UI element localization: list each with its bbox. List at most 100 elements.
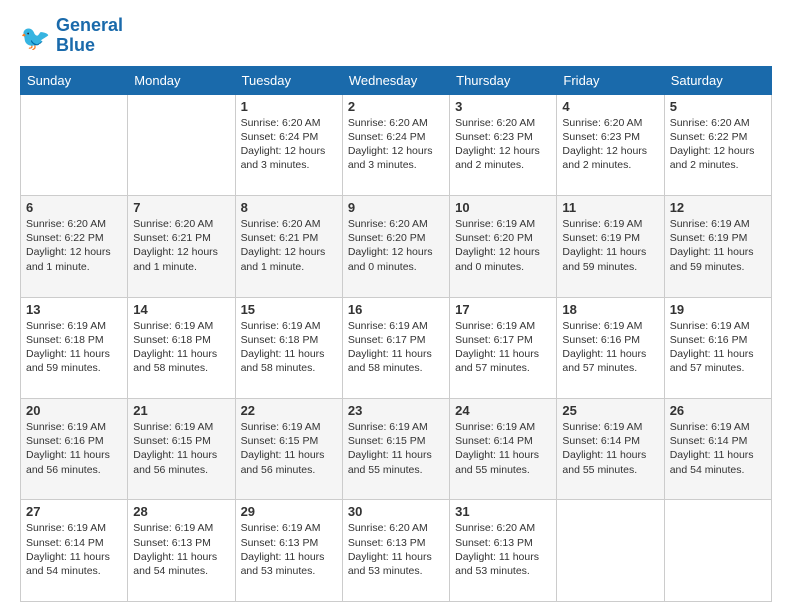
calendar-cell: 14 Sunrise: 6:19 AMSunset: 6:18 PMDayligh…	[128, 297, 235, 398]
svg-text:🐦: 🐦	[20, 25, 51, 50]
cell-content: Sunrise: 6:19 AMSunset: 6:15 PMDaylight:…	[133, 420, 229, 477]
calendar-cell: 4Sunrise: 6:20 AMSunset: 6:23 PMDaylight…	[557, 94, 664, 195]
cell-content: Sunrise: 6:19 AMSunset: 6:14 PMDaylight:…	[455, 420, 551, 477]
cell-content: Sunrise: 6:20 AMSunset: 6:13 PMDaylight:…	[455, 521, 551, 578]
day-number: 24	[455, 403, 551, 418]
day-number: 23	[348, 403, 444, 418]
calendar-cell: 9Sunrise: 6:20 AMSunset: 6:20 PMDaylight…	[342, 196, 449, 297]
calendar-cell: 17 Sunrise: 6:19 AMSunset: 6:17 PMDayligh…	[450, 297, 557, 398]
day-number: 30	[348, 504, 444, 519]
cell-content: Sunrise: 6:19 AMSunset: 6:13 PMDaylight:…	[133, 521, 229, 578]
cell-content: Sunrise: 6:19 AMSunset: 6:15 PMDaylight:…	[348, 420, 444, 477]
calendar-cell: 24 Sunrise: 6:19 AMSunset: 6:14 PMDayligh…	[450, 399, 557, 500]
cell-content: Sunrise: 6:19 AMSunset: 6:20 PMDaylight:…	[455, 217, 551, 274]
cell-content: Sunrise: 6:19 AMSunset: 6:18 PMDaylight:…	[241, 319, 337, 376]
cell-content: Sunrise: 6:19 AMSunset: 6:16 PMDaylight:…	[562, 319, 658, 376]
cell-content: Sunrise: 6:20 AMSunset: 6:23 PMDaylight:…	[455, 116, 551, 173]
calendar-cell: 31 Sunrise: 6:20 AMSunset: 6:13 PMDayligh…	[450, 500, 557, 602]
calendar-cell: 28 Sunrise: 6:19 AMSunset: 6:13 PMDayligh…	[128, 500, 235, 602]
day-header-saturday: Saturday	[664, 66, 771, 94]
cell-content: Sunrise: 6:20 AMSunset: 6:21 PMDaylight:…	[133, 217, 229, 274]
cell-content: Sunrise: 6:19 AMSunset: 6:15 PMDaylight:…	[241, 420, 337, 477]
week-row-1: 1 Sunrise: 6:20 AMSunset: 6:24 PMDaylight…	[21, 94, 772, 195]
calendar-cell	[664, 500, 771, 602]
day-header-thursday: Thursday	[450, 66, 557, 94]
header: 🐦 General Blue	[20, 16, 772, 56]
cell-content: Sunrise: 6:19 AMSunset: 6:16 PMDaylight:…	[26, 420, 122, 477]
day-number: 19	[670, 302, 766, 317]
cell-content: Sunrise: 6:19 AMSunset: 6:18 PMDaylight:…	[133, 319, 229, 376]
day-number: 20	[26, 403, 122, 418]
day-header-friday: Friday	[557, 66, 664, 94]
day-number: 29	[241, 504, 337, 519]
calendar-cell: 6 Sunrise: 6:20 AMSunset: 6:22 PMDaylight…	[21, 196, 128, 297]
day-number: 31	[455, 504, 551, 519]
logo-general: General	[56, 15, 123, 35]
calendar-cell	[21, 94, 128, 195]
calendar-cell: 26 Sunrise: 6:19 AMSunset: 6:14 PMDayligh…	[664, 399, 771, 500]
day-number: 16	[348, 302, 444, 317]
cell-content: Sunrise: 6:20 AMSunset: 6:20 PMDaylight:…	[348, 217, 444, 274]
week-row-3: 13Sunrise: 6:19 AMSunset: 6:18 PMDayligh…	[21, 297, 772, 398]
day-number: 4	[562, 99, 658, 114]
day-number: 1	[241, 99, 337, 114]
calendar-cell: 25 Sunrise: 6:19 AMSunset: 6:14 PMDayligh…	[557, 399, 664, 500]
day-number: 27	[26, 504, 122, 519]
day-number: 26	[670, 403, 766, 418]
logo-blue: Blue	[56, 36, 123, 56]
calendar-header-row: SundayMondayTuesdayWednesdayThursdayFrid…	[21, 66, 772, 94]
day-number: 11	[562, 200, 658, 215]
calendar-cell: 19 Sunrise: 6:19 AMSunset: 6:16 PMDayligh…	[664, 297, 771, 398]
day-number: 2	[348, 99, 444, 114]
cell-content: Sunrise: 6:19 AMSunset: 6:16 PMDaylight:…	[670, 319, 766, 376]
day-header-monday: Monday	[128, 66, 235, 94]
calendar-cell: 13Sunrise: 6:19 AMSunset: 6:18 PMDayligh…	[21, 297, 128, 398]
day-number: 5	[670, 99, 766, 114]
day-number: 3	[455, 99, 551, 114]
cell-content: Sunrise: 6:19 AMSunset: 6:14 PMDaylight:…	[26, 521, 122, 578]
calendar-cell: 20 Sunrise: 6:19 AMSunset: 6:16 PMDayligh…	[21, 399, 128, 500]
cell-content: Sunrise: 6:20 AMSunset: 6:13 PMDaylight:…	[348, 521, 444, 578]
calendar-cell: 2 Sunrise: 6:20 AMSunset: 6:24 PMDaylight…	[342, 94, 449, 195]
day-number: 10	[455, 200, 551, 215]
day-header-tuesday: Tuesday	[235, 66, 342, 94]
calendar-cell: 23 Sunrise: 6:19 AMSunset: 6:15 PMDayligh…	[342, 399, 449, 500]
calendar-cell: 8Sunrise: 6:20 AMSunset: 6:21 PMDaylight…	[235, 196, 342, 297]
cell-content: Sunrise: 6:19 AMSunset: 6:17 PMDaylight:…	[455, 319, 551, 376]
day-number: 21	[133, 403, 229, 418]
day-number: 22	[241, 403, 337, 418]
calendar-cell: 5 Sunrise: 6:20 AMSunset: 6:22 PMDaylight…	[664, 94, 771, 195]
day-number: 14	[133, 302, 229, 317]
week-row-4: 20 Sunrise: 6:19 AMSunset: 6:16 PMDayligh…	[21, 399, 772, 500]
calendar-cell	[557, 500, 664, 602]
cell-content: Sunrise: 6:19 AMSunset: 6:17 PMDaylight:…	[348, 319, 444, 376]
day-number: 7	[133, 200, 229, 215]
cell-content: Sunrise: 6:20 AMSunset: 6:24 PMDaylight:…	[241, 116, 337, 173]
day-header-wednesday: Wednesday	[342, 66, 449, 94]
calendar-cell: 7 Sunrise: 6:20 AMSunset: 6:21 PMDaylight…	[128, 196, 235, 297]
day-header-sunday: Sunday	[21, 66, 128, 94]
cell-content: Sunrise: 6:19 AMSunset: 6:19 PMDaylight:…	[670, 217, 766, 274]
day-number: 28	[133, 504, 229, 519]
calendar-cell: 10 Sunrise: 6:19 AMSunset: 6:20 PMDayligh…	[450, 196, 557, 297]
cell-content: Sunrise: 6:19 AMSunset: 6:14 PMDaylight:…	[670, 420, 766, 477]
cell-content: Sunrise: 6:19 AMSunset: 6:13 PMDaylight:…	[241, 521, 337, 578]
cell-content: Sunrise: 6:20 AMSunset: 6:22 PMDaylight:…	[26, 217, 122, 274]
calendar-table: SundayMondayTuesdayWednesdayThursdayFrid…	[20, 66, 772, 602]
day-number: 17	[455, 302, 551, 317]
calendar-cell: 16 Sunrise: 6:19 AMSunset: 6:17 PMDayligh…	[342, 297, 449, 398]
cell-content: Sunrise: 6:20 AMSunset: 6:21 PMDaylight:…	[241, 217, 337, 274]
day-number: 6	[26, 200, 122, 215]
calendar-cell	[128, 94, 235, 195]
cell-content: Sunrise: 6:19 AMSunset: 6:14 PMDaylight:…	[562, 420, 658, 477]
day-number: 18	[562, 302, 658, 317]
logo: 🐦 General Blue	[20, 16, 123, 56]
cell-content: Sunrise: 6:20 AMSunset: 6:22 PMDaylight:…	[670, 116, 766, 173]
calendar-cell: 29 Sunrise: 6:19 AMSunset: 6:13 PMDayligh…	[235, 500, 342, 602]
calendar-cell: 15Sunrise: 6:19 AMSunset: 6:18 PMDayligh…	[235, 297, 342, 398]
day-number: 25	[562, 403, 658, 418]
week-row-2: 6 Sunrise: 6:20 AMSunset: 6:22 PMDaylight…	[21, 196, 772, 297]
cell-content: Sunrise: 6:20 AMSunset: 6:24 PMDaylight:…	[348, 116, 444, 173]
calendar-cell: 21 Sunrise: 6:19 AMSunset: 6:15 PMDayligh…	[128, 399, 235, 500]
page: 🐦 General Blue SundayMondayTuesdayWednes…	[0, 0, 792, 612]
